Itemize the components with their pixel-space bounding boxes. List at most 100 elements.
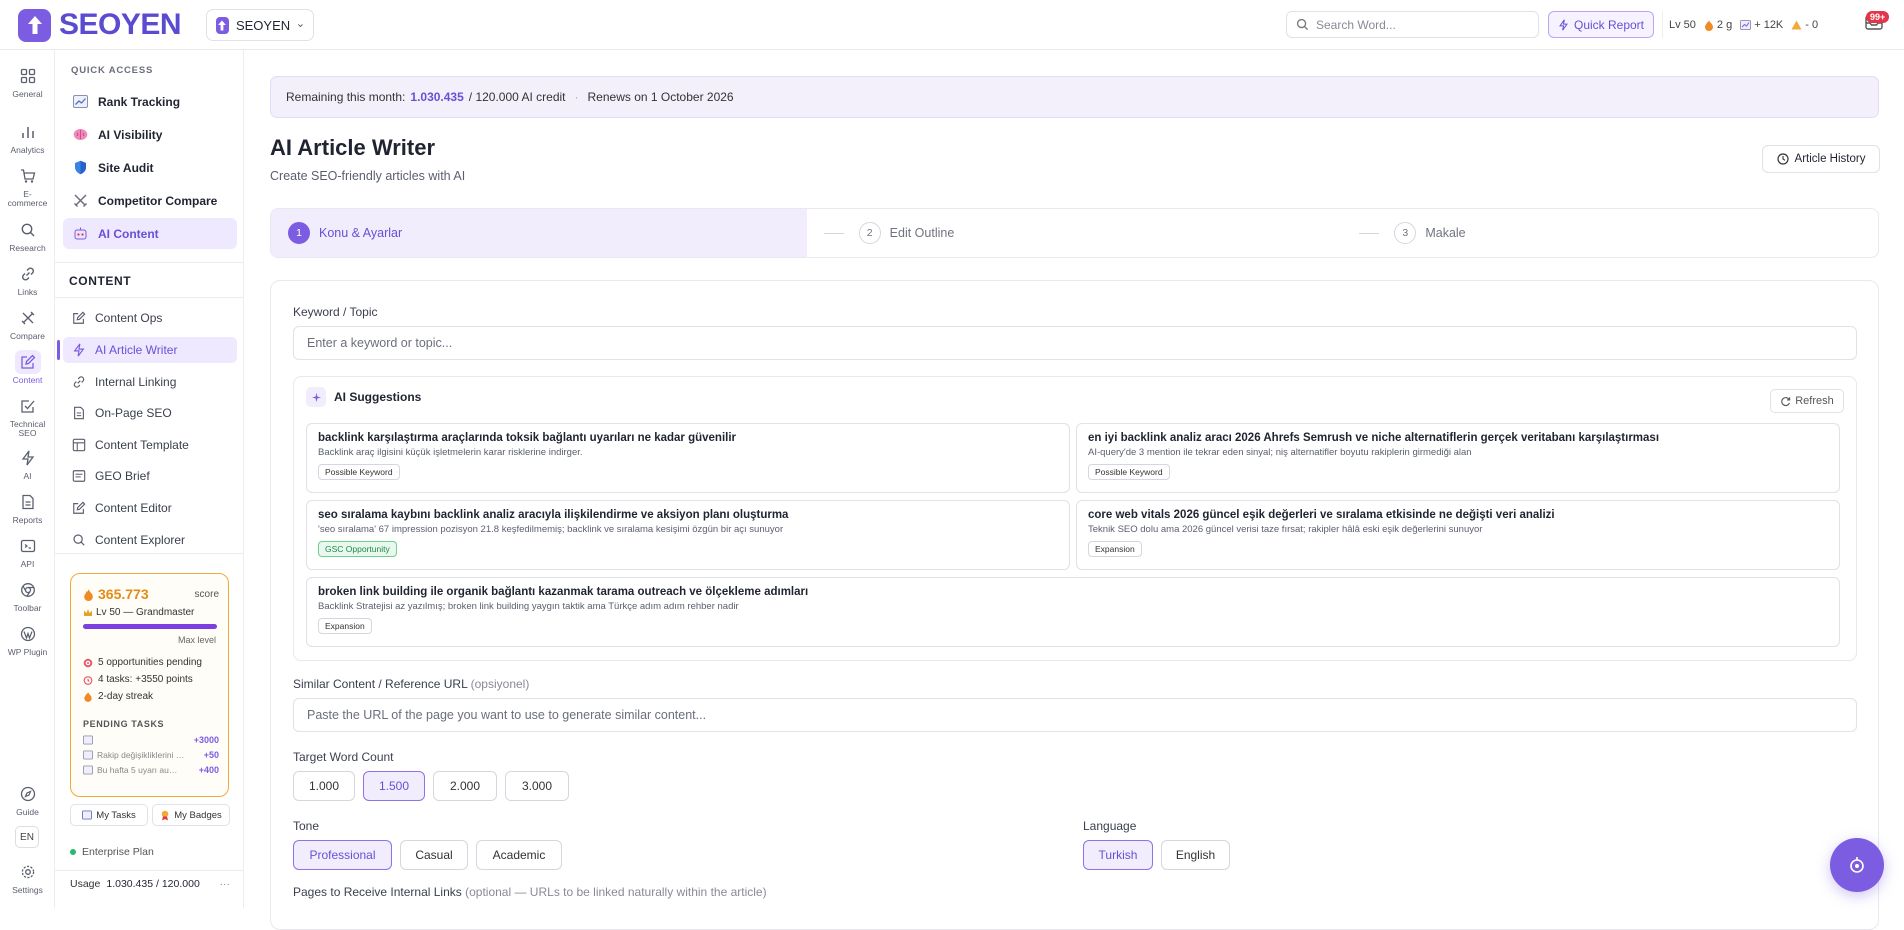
pending-task-name: Rakip değişikliklerini …: [97, 750, 185, 760]
article-history-button[interactable]: Article History: [1762, 145, 1880, 173]
my-tasks-button[interactable]: My Tasks: [70, 804, 148, 826]
score-card[interactable]: 365.773 score Lv 50 — Grandmaster Max le…: [70, 573, 229, 797]
user-stats[interactable]: Lv 50 2 g + 12K - 0: [1662, 11, 1818, 38]
rail-item-general[interactable]: General: [0, 64, 55, 99]
suggestion-card[interactable]: core web vitals 2026 güncel eşik değerle…: [1076, 500, 1840, 570]
robot-icon: [1850, 857, 1864, 873]
brand-logo[interactable]: SEOYEN: [18, 8, 182, 42]
usage-more-icon[interactable]: ···: [220, 878, 231, 890]
rail-item-content[interactable]: Content: [0, 350, 55, 385]
plan-status-dot: [70, 849, 76, 855]
bolt-icon: [1559, 19, 1568, 30]
quick-access-ai-visibility[interactable]: AI Visibility: [63, 119, 237, 150]
rail-item-analytics[interactable]: Analytics: [0, 120, 55, 155]
word-count-option[interactable]: 1.000: [293, 771, 355, 801]
sidebar-item-ai-article-writer[interactable]: AI Article Writer: [57, 337, 237, 363]
sidebar-item-on-page-seo[interactable]: On-Page SEO: [63, 400, 237, 426]
step-edit-outline[interactable]: 2 Edit Outline: [807, 209, 1343, 257]
article-history-label: Article History: [1794, 153, 1866, 165]
quick-access-site-audit[interactable]: Site Audit: [63, 152, 237, 183]
link-icon: [73, 376, 85, 388]
rail-item-reports[interactable]: Reports: [0, 490, 55, 525]
badge-icon: [161, 810, 169, 820]
tone-option[interactable]: Academic: [476, 840, 562, 870]
my-badges-label: My Badges: [174, 809, 222, 821]
language-switch[interactable]: EN: [15, 826, 39, 848]
suggestion-card[interactable]: broken link building ile organik bağlant…: [306, 577, 1840, 647]
rail-item-technical-seo[interactable]: Technical SEO: [0, 394, 55, 438]
quick-access-competitor-compare[interactable]: Competitor Compare: [63, 185, 237, 216]
refresh-label: Refresh: [1795, 395, 1834, 407]
language-label: Language: [1083, 819, 1137, 833]
sidebar-item-label: On-Page SEO: [95, 406, 172, 420]
rail-item-guide[interactable]: Guide: [0, 782, 55, 817]
report-icon: [15, 490, 41, 514]
rail-item-settings[interactable]: Settings: [0, 860, 55, 895]
rail-item-ai[interactable]: AI: [0, 446, 55, 481]
rail-item-api[interactable]: API: [0, 534, 55, 569]
level-progress-bar: [83, 624, 217, 629]
step-topic-settings[interactable]: 1 Konu & Ayarlar: [271, 209, 807, 257]
suggestion-description: Backlink araç ilgisini küçük işletmeleri…: [318, 447, 583, 458]
scale-icon: [15, 306, 41, 330]
search-box[interactable]: [1286, 11, 1539, 38]
sidebar-item-content-editor[interactable]: Content Editor: [63, 495, 237, 521]
sidebar-item-content-explorer[interactable]: Content Explorer: [63, 527, 237, 553]
suggestion-card[interactable]: seo sıralama kaybını backlink analiz ara…: [306, 500, 1070, 570]
language-option[interactable]: English: [1161, 840, 1230, 870]
rail-label: Toolbar: [13, 603, 42, 613]
notification-badge: 99+: [1866, 11, 1890, 23]
suggestion-card[interactable]: backlink karşılaştırma araçlarında toksi…: [306, 423, 1070, 493]
ai-suggestions-heading: AI Suggestions: [306, 387, 421, 407]
reference-url-input[interactable]: [293, 698, 1857, 732]
sidebar-item-content-template[interactable]: Content Template: [63, 432, 237, 458]
step-article[interactable]: 3 Makale: [1342, 209, 1878, 257]
edit-icon: [73, 501, 86, 514]
quick-access-ai-content[interactable]: AI Content: [63, 218, 237, 249]
rail-item-wp-plugin[interactable]: WP Plugin: [0, 622, 55, 657]
word-count-option[interactable]: 1.500: [363, 771, 425, 801]
sidebar-item-geo-brief[interactable]: GEO Brief: [63, 463, 237, 489]
rail-item-links[interactable]: Links: [0, 262, 55, 297]
keyword-input[interactable]: [293, 326, 1857, 360]
my-badges-button[interactable]: My Badges: [152, 804, 230, 826]
page-title: AI Article Writer: [270, 135, 436, 160]
refresh-button[interactable]: Refresh: [1770, 389, 1844, 413]
word-count-option[interactable]: 2.000: [433, 771, 497, 801]
pending-task-points: +50: [203, 750, 219, 760]
rail-item-research[interactable]: Research: [0, 218, 55, 253]
alerts-value: - 0: [1805, 18, 1819, 31]
word-count-option[interactable]: 3.000: [505, 771, 569, 801]
sidebar-item-label: Content Editor: [95, 501, 172, 515]
rail-item-ecommerce[interactable]: E-commerce: [0, 164, 55, 208]
rail-item-toolbar[interactable]: Toolbar: [0, 578, 55, 613]
crown-icon: [84, 609, 92, 616]
language-option[interactable]: Turkish: [1083, 840, 1153, 870]
internal-links-optional: (optional — URLs to be linked naturally …: [465, 885, 767, 899]
quick-report-label: Quick Report: [1573, 17, 1645, 32]
usage-row[interactable]: Usage 1.030.435 / 120.000 ···: [70, 878, 230, 890]
brand-name: SEOYEN: [59, 8, 182, 41]
rail-label: WP Plugin: [7, 647, 48, 657]
assistant-fab[interactable]: [1830, 838, 1884, 892]
page-subtitle: Create SEO-friendly articles with AI: [270, 169, 466, 183]
sidebar-item-content-ops[interactable]: Content Ops: [63, 305, 237, 331]
chart-icon: [73, 95, 88, 108]
rail-item-compare[interactable]: Compare: [0, 306, 55, 341]
tone-option[interactable]: Casual: [400, 840, 468, 870]
pending-task[interactable]: Rakip değişikliklerini … +50: [83, 750, 219, 760]
workspace-select[interactable]: SEOYEN: [206, 9, 314, 41]
streak-value: 2 g: [1716, 18, 1733, 31]
search-input[interactable]: [1316, 17, 1516, 32]
quick-access-rank-tracking[interactable]: Rank Tracking: [63, 86, 237, 117]
step-label: Konu & Ayarlar: [319, 226, 403, 240]
tone-option[interactable]: Professional: [293, 840, 392, 870]
usage-label: Usage: [70, 878, 101, 890]
suggestion-card[interactable]: en iyi backlink analiz aracı 2026 Ahrefs…: [1076, 423, 1840, 493]
sidebar-divider: [55, 553, 244, 554]
pending-task[interactable]: +3000: [83, 735, 219, 745]
sidebar-item-internal-linking[interactable]: Internal Linking: [63, 369, 237, 395]
pending-task[interactable]: Bu hafta 5 uyarı au… +400: [83, 765, 219, 775]
template-icon: [72, 438, 86, 452]
quick-report-button[interactable]: Quick Report: [1548, 11, 1654, 38]
